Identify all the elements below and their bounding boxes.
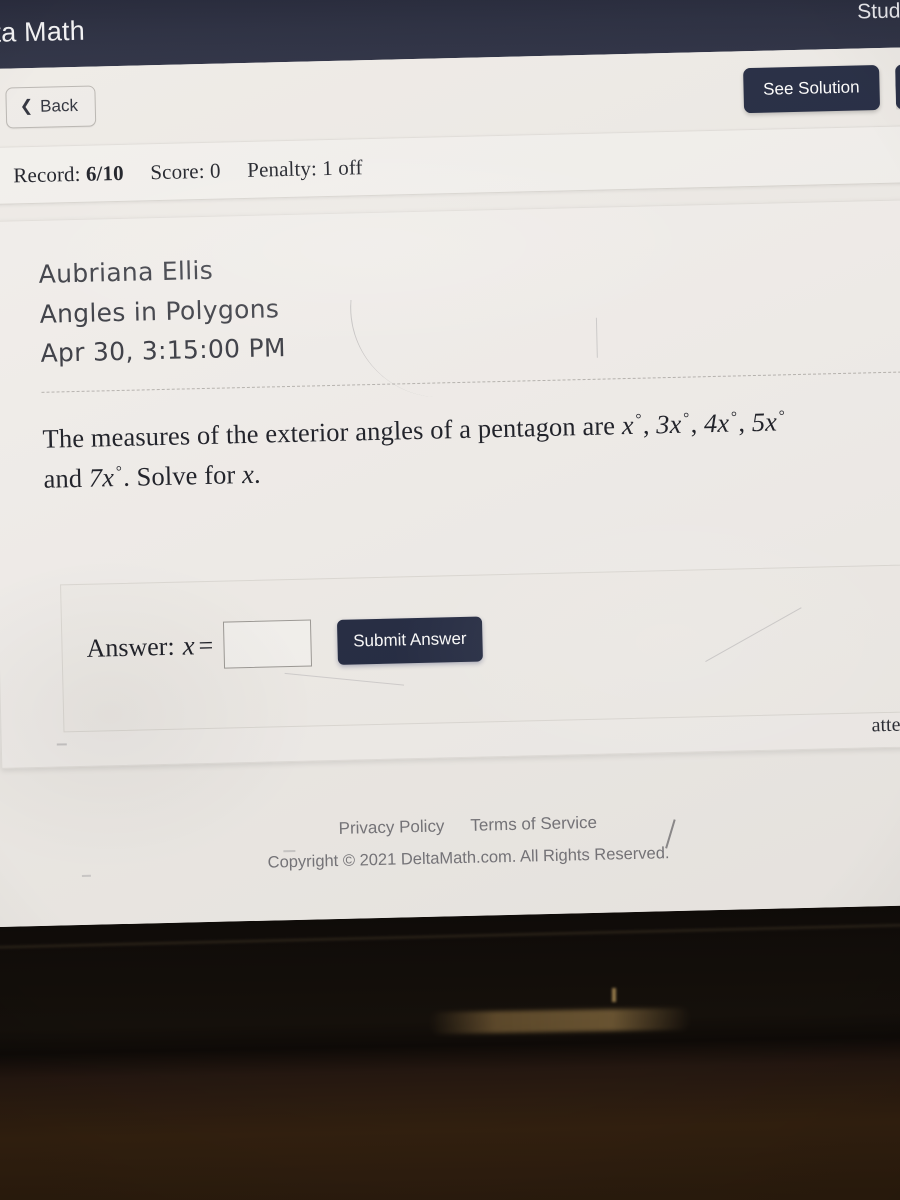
secondary-action-button[interactable]: S: [895, 63, 900, 110]
score-value: 0: [209, 158, 221, 183]
degree-symbol-5: °: [115, 463, 123, 480]
attempt-counter: attempt 1 ou: [871, 712, 900, 737]
problem-text-part-2: and: [43, 462, 90, 494]
meta-divider: [41, 370, 900, 393]
comma-1: ,: [642, 408, 657, 440]
submit-answer-button[interactable]: Submit Answer: [336, 616, 484, 665]
problem-card: Aubriana Ellis Angles in Polygons Apr 30…: [0, 197, 900, 769]
problem-term-1: x: [621, 409, 634, 440]
desk-highlight: [612, 988, 616, 1002]
answer-variable: x: [182, 630, 195, 661]
privacy-policy-link[interactable]: Privacy Policy: [338, 816, 444, 838]
answer-equals: =: [198, 630, 214, 661]
see-solution-button[interactable]: See Solution: [742, 64, 881, 113]
secondary-action-button-clipped[interactable]: S: [895, 63, 900, 110]
problem-text-part-4: .: [253, 458, 262, 489]
browser-viewport: elta Math Studen ❮ Back See Solution S: [0, 0, 900, 928]
problem-term-5: 7x: [88, 461, 115, 493]
degree-symbol-3: °: [730, 408, 738, 426]
problem-text-part-3: . Solve for: [122, 458, 243, 492]
record-value: 6/10: [85, 160, 124, 186]
degree-symbol-4: °: [778, 407, 786, 424]
answer-region: Answer: x = Submit Answer: [60, 563, 900, 733]
score-label: Score:: [150, 158, 205, 184]
back-button[interactable]: ❮ Back: [5, 84, 97, 129]
answer-label: Answer: x =: [86, 630, 213, 664]
assignment-meta: Aubriana Ellis Angles in Polygons Apr 30…: [38, 234, 900, 374]
photo-of-screen: elta Math Studen ❮ Back See Solution S: [0, 0, 900, 1200]
penalty-value: 1 off: [321, 154, 363, 180]
chevron-left-icon: ❮: [19, 97, 34, 115]
answer-input[interactable]: [222, 619, 312, 669]
degree-symbol-2: °: [683, 410, 690, 427]
deltamath-logo[interactable]: elta Math: [0, 15, 85, 49]
penalty-label: Penalty:: [246, 155, 318, 182]
problem-term-2: 3x: [655, 408, 682, 439]
problem-term-3: 4x: [703, 407, 730, 438]
answer-label-text: Answer:: [86, 631, 175, 663]
problem-term-4: 5x: [751, 406, 778, 437]
terms-of-service-link[interactable]: Terms of Service: [470, 813, 597, 836]
problem-text-part-1: The measures of the exterior angles of a…: [42, 409, 623, 454]
desk-reflection: [429, 1007, 691, 1035]
back-button-label: Back: [39, 95, 79, 116]
record-stats: Record: 6/10 Score: 0 Penalty: 1 off: [13, 155, 363, 188]
page-footer: Privacy Policy Terms of Service Copyrigh…: [0, 804, 900, 880]
page-body: ❮ Back See Solution S Record: 6/10 Score…: [0, 46, 900, 928]
comma-3: ,: [737, 406, 753, 437]
answer-row: Answer: x = Submit Answer: [86, 616, 484, 672]
record-label: Record:: [13, 161, 81, 187]
comma-2: ,: [690, 407, 705, 439]
account-menu[interactable]: Studen: [857, 0, 900, 24]
